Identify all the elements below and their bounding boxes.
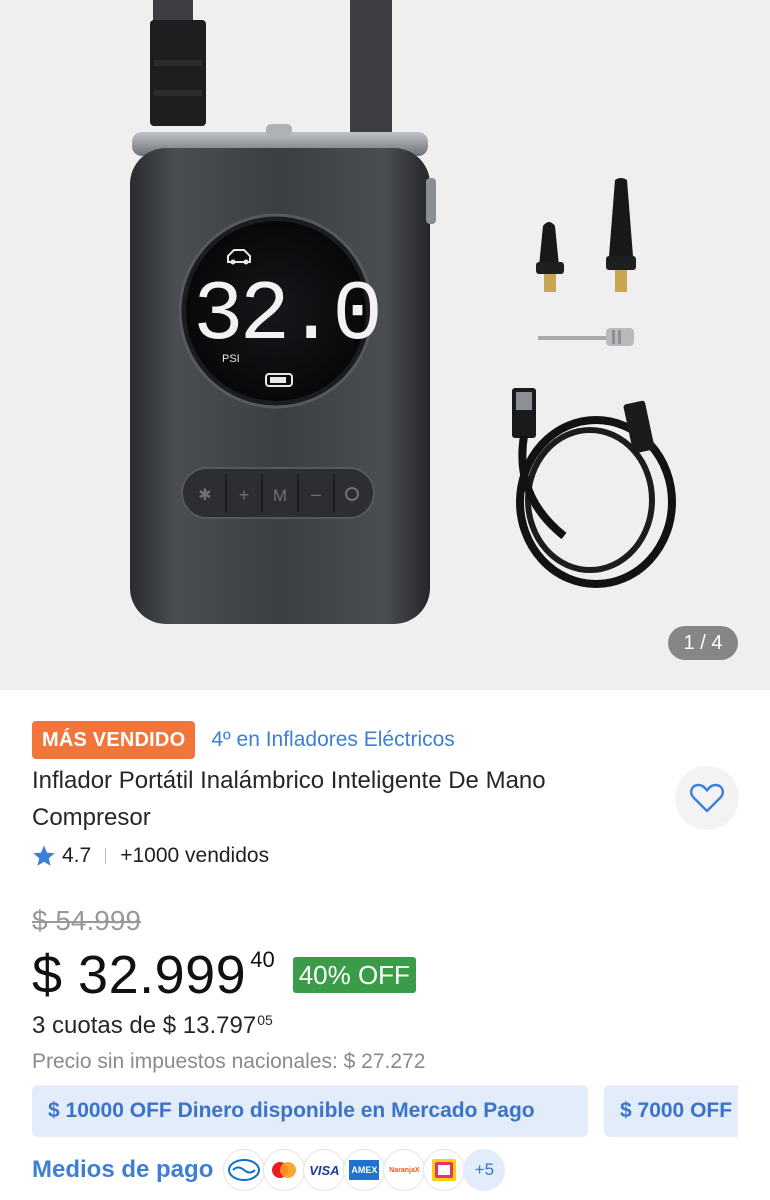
product-image-gallery[interactable]: 32.0 PSI ✱ + M – 1 / 4 bbox=[0, 0, 770, 690]
display-reading: 32.0 bbox=[193, 269, 379, 364]
product-title: Inflador Portátil Inalámbrico Inteligent… bbox=[32, 767, 546, 831]
payment-icons[interactable]: VISA AMEX NaranjaX +5 bbox=[223, 1149, 506, 1191]
pago-facil-icon bbox=[423, 1149, 466, 1191]
installments: 3 cuotas de $ 13.797 05 bbox=[32, 1012, 273, 1040]
naranja-x-icon: NaranjaX bbox=[383, 1149, 426, 1191]
payment-methods-row[interactable]: Medios de pago VISA AMEX NaranjaX +5 bbox=[32, 1148, 506, 1192]
mastercard-icon bbox=[263, 1149, 306, 1191]
promo-card[interactable]: $ 10000 OFF Dinero disponible en Mercado… bbox=[32, 1085, 588, 1137]
promo-carousel[interactable]: $ 10000 OFF Dinero disponible en Mercado… bbox=[32, 1085, 738, 1137]
display-unit: PSI bbox=[222, 353, 240, 365]
mercado-pago-icon bbox=[223, 1149, 266, 1191]
favorite-button[interactable] bbox=[675, 766, 739, 830]
product-image: 32.0 PSI ✱ + M – bbox=[130, 0, 676, 624]
divider bbox=[105, 848, 107, 864]
image-counter: 1 / 4 bbox=[668, 626, 738, 660]
heart-icon bbox=[690, 783, 724, 813]
visa-icon: VISA bbox=[303, 1149, 346, 1191]
rating-value: 4.7 bbox=[62, 844, 92, 867]
svg-text:M: M bbox=[273, 486, 287, 505]
installments-cents: 05 bbox=[257, 1012, 273, 1028]
svg-text:✱: ✱ bbox=[198, 487, 211, 504]
more-payment-methods[interactable]: +5 bbox=[463, 1149, 506, 1191]
category-ranking-link[interactable]: 4º en Infladores Eléctricos bbox=[211, 728, 454, 752]
current-price: $ 32.999 bbox=[32, 945, 247, 1005]
svg-text:+: + bbox=[239, 485, 250, 505]
best-seller-badge: MÁS VENDIDO bbox=[32, 721, 196, 759]
discount-badge: 40% OFF bbox=[292, 957, 416, 993]
star-icon bbox=[33, 845, 55, 866]
amex-icon: AMEX bbox=[343, 1149, 386, 1191]
badge-row: MÁS VENDIDO 4º en Infladores Eléctricos bbox=[32, 721, 455, 759]
price-row: $ 32.999 40 40% OFF bbox=[32, 945, 416, 1005]
installments-text: 3 cuotas de $ 13.797 bbox=[32, 1012, 257, 1039]
sold-count: +1000 vendidos bbox=[120, 844, 270, 867]
current-price-cents: 40 bbox=[250, 947, 275, 972]
original-price: $ 54.999 bbox=[32, 905, 141, 936]
promo-card[interactable]: $ 7000 OFF bbox=[604, 1085, 738, 1137]
price-without-taxes: Precio sin impuestos nacionales: $ 27.27… bbox=[32, 1050, 426, 1073]
rating-row[interactable]: 4.7 +1000 vendidos bbox=[32, 841, 269, 871]
svg-text:–: – bbox=[311, 484, 321, 504]
payment-methods-link[interactable]: Medios de pago bbox=[32, 1156, 213, 1184]
